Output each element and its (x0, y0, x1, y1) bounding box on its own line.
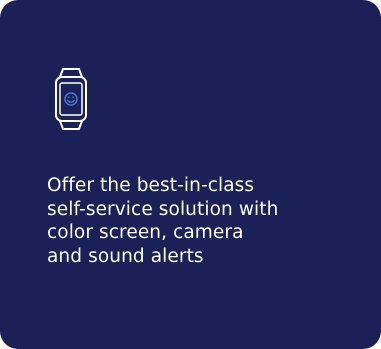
smartwatch-smiley-icon (53, 67, 89, 131)
description-line: Offer the best-in-class (47, 175, 255, 196)
feature-card: Offer the best-in-class self-service sol… (0, 0, 381, 349)
description-line: color screen, camera (47, 222, 244, 243)
description-line: and sound alerts (47, 245, 204, 267)
feature-description: Offer the best-in-class self-service sol… (47, 174, 347, 268)
description-line: self-service solution with (47, 198, 279, 220)
